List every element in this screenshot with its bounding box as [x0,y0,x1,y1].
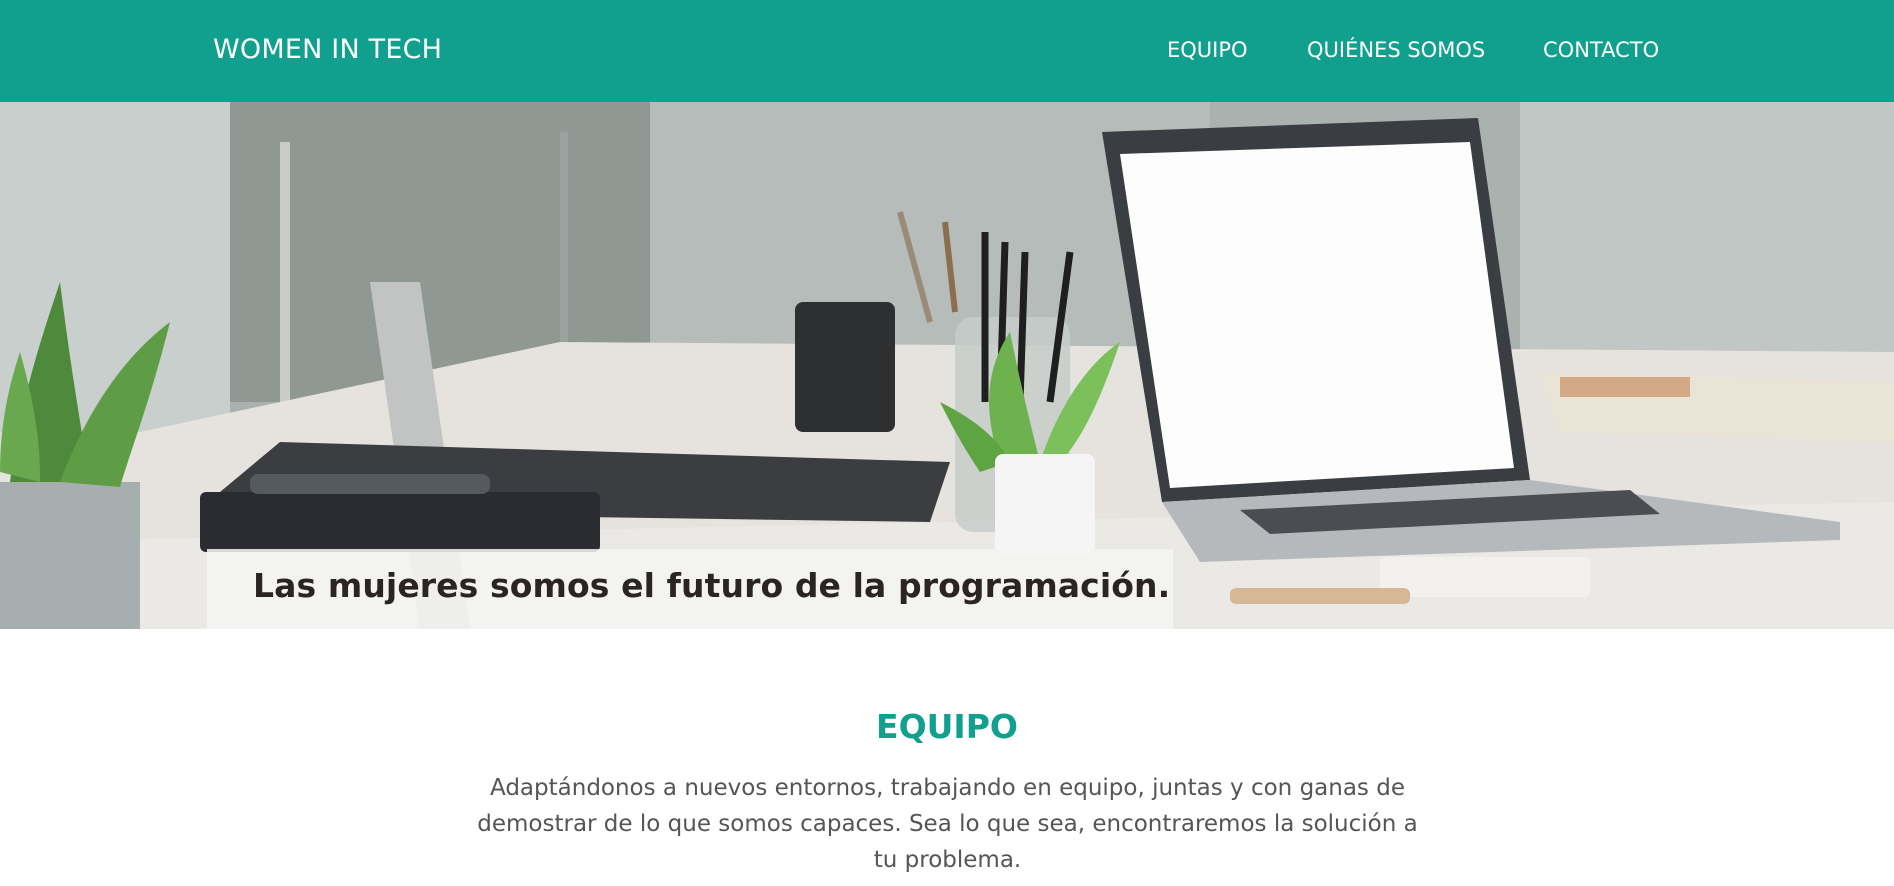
nav-link-contacto[interactable]: CONTACTO [1543,38,1659,62]
section-title: EQUIPO [876,707,1018,746]
section-description: Adaptándonos a nuevos entornos, trabajan… [477,775,1418,873]
nav-link-equipo[interactable]: EQUIPO [1167,38,1248,62]
nav-link-quienes-somos[interactable]: QUIÉNES SOMOS [1307,38,1485,62]
hero-caption: Las mujeres somos el futuro de la progra… [253,566,1171,605]
hero-banner: Las mujeres somos el futuro de la progra… [0,102,1894,629]
main-nav: EQUIPO QUIÉNES SOMOS CONTACTO [0,38,1894,68]
site-header: WOMEN IN TECH EQUIPO QUIÉNES SOMOS CONTA… [0,0,1894,102]
